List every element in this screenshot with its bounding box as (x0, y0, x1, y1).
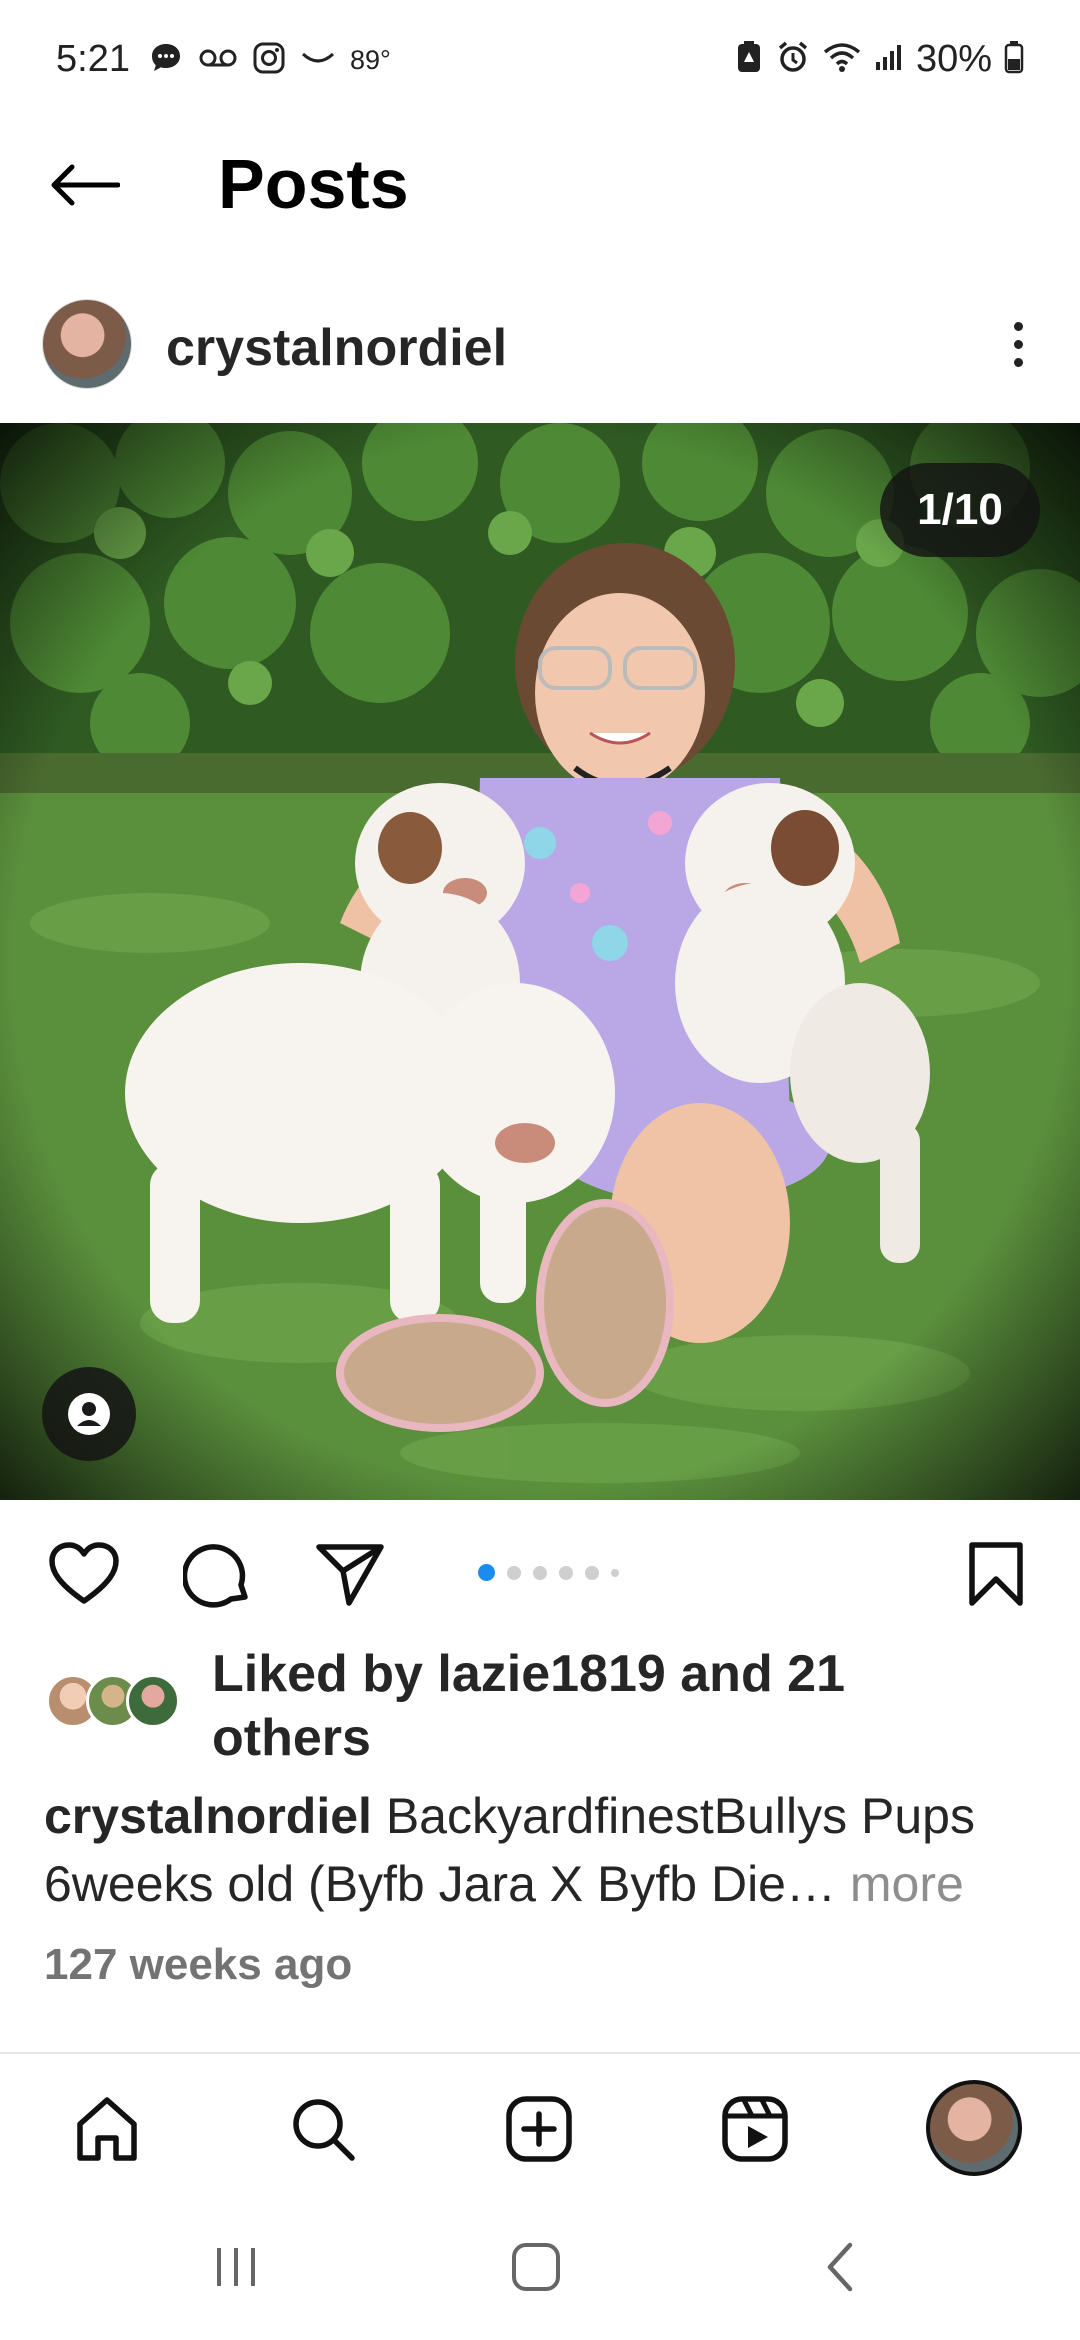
home-icon (77, 2097, 137, 2161)
post-timestamp: 127 weeks ago (44, 1940, 353, 1989)
back-arrow-icon (51, 164, 120, 206)
author-avatar[interactable] (42, 299, 132, 389)
likes-summary[interactable]: Liked by lazie1819 and 21 others (0, 1640, 1080, 1780)
page-title: Posts (218, 145, 409, 223)
carousel-dot (533, 1565, 547, 1580)
wifi-icon (822, 40, 862, 79)
home-square-icon (512, 2243, 560, 2291)
recent-apps-button[interactable] (196, 2232, 276, 2302)
comment-icon (183, 1544, 248, 1608)
page-header: Posts (0, 130, 1080, 240)
carousel-dot (611, 1568, 619, 1577)
recent-apps-icon (217, 2248, 255, 2286)
home-system-button[interactable] (496, 2232, 576, 2302)
like-button[interactable] (46, 1536, 122, 1612)
bookmark-icon (969, 1542, 1023, 1606)
heart-icon (49, 1542, 119, 1604)
nav-create[interactable] (494, 2084, 584, 2174)
liker-avatar (126, 1674, 180, 1728)
tagged-people-button[interactable] (42, 1367, 136, 1461)
author-username[interactable]: crystalnordiel (166, 318, 507, 378)
post-action-row (0, 1520, 1080, 1620)
chevron-left-icon (827, 2242, 853, 2292)
post-author-row: crystalnordiel (0, 292, 1080, 402)
share-button[interactable] (312, 1536, 388, 1612)
nav-profile-avatar[interactable] (926, 2080, 1022, 2176)
image-counter: 1/10 (880, 463, 1040, 557)
carousel-dot-active (478, 1564, 495, 1581)
signal-icon (874, 42, 904, 77)
comment-button[interactable] (180, 1536, 256, 1612)
status-temperature: 89° (350, 45, 391, 75)
reels-icon (722, 2096, 788, 2162)
create-icon (506, 2096, 572, 2162)
bottom-navigation (0, 2052, 1080, 2192)
voicemail-icon (198, 46, 238, 75)
carousel-dot (559, 1565, 573, 1580)
carousel-indicator (478, 1564, 619, 1581)
alarm-icon (776, 40, 810, 79)
system-back-button[interactable] (800, 2232, 880, 2302)
battery-icon (1004, 40, 1024, 79)
battery-saver-icon (734, 40, 764, 79)
status-battery-percent: 30% (915, 38, 992, 80)
carousel-dot (507, 1565, 521, 1580)
nav-search[interactable] (278, 2084, 368, 2174)
chat-bubble-icon (148, 40, 184, 81)
status-notification-icons: 89° (148, 40, 391, 81)
send-icon (316, 1544, 384, 1606)
caption-username[interactable]: crystalnordiel (44, 1788, 372, 1844)
post-image[interactable]: 1/10 (0, 423, 1080, 1500)
more-options-button[interactable] (996, 312, 1040, 376)
save-button[interactable] (958, 1536, 1034, 1612)
status-bar: 5:21 89° 30% (0, 0, 1080, 120)
likes-text: Liked by lazie1819 and 21 others (212, 1645, 845, 1767)
search-icon (293, 2099, 355, 2161)
carousel-dot (585, 1565, 599, 1580)
system-navigation-bar (0, 2192, 1080, 2340)
caption-more-link[interactable]: more (850, 1856, 964, 1912)
instagram-icon (252, 41, 286, 80)
post-photo-illustration (0, 423, 1080, 1500)
status-system-icons: 30% (734, 38, 1024, 81)
back-button[interactable] (46, 152, 122, 218)
person-icon (68, 1393, 110, 1435)
nav-home[interactable] (62, 2084, 152, 2174)
nav-reels[interactable] (710, 2084, 800, 2174)
liker-avatars (46, 1674, 186, 1734)
weather-icon (300, 48, 336, 73)
post-caption[interactable]: crystalnordiel BackyardfinestBullys Pups… (44, 1782, 1044, 1918)
more-options-icon (1013, 321, 1023, 331)
status-time: 5:21 (56, 38, 130, 80)
